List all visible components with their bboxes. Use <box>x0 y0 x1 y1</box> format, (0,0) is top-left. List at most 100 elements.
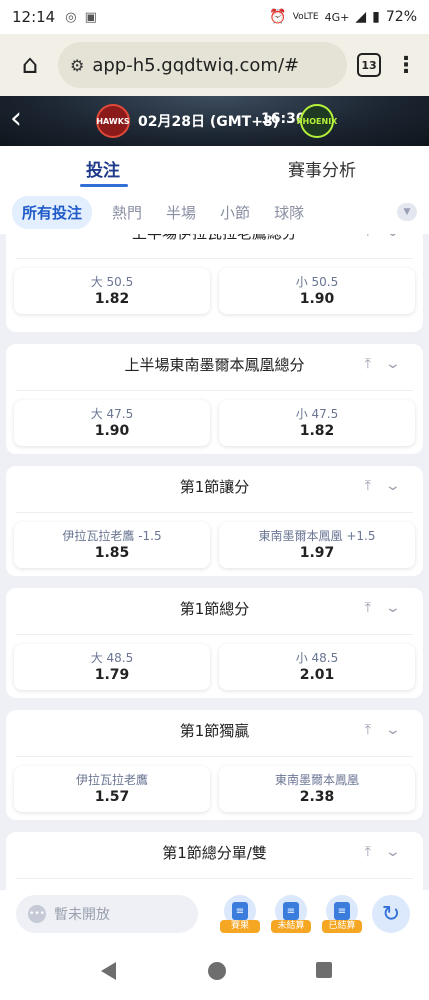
divider <box>16 512 413 513</box>
odds-label: 小 47.5 <box>295 407 339 421</box>
odds-label: 大 47.5 <box>90 407 134 421</box>
battery-percent: 72% <box>385 9 417 25</box>
unsettled-label: 未結算 <box>271 920 311 933</box>
market-card: 第1節讓分 ⤒ ⌄ 伊拉瓦拉老鷹 -1.5 1.85 東南墨爾本鳳凰 +1.5 … <box>6 466 423 576</box>
market-list[interactable]: 上半場伊拉瓦拉老鷹總分 ⤒ ⌄ 大 50.5 1.82 小 50.5 1.90 … <box>0 234 429 890</box>
market-title: 上半場伊拉瓦拉老鷹總分 <box>6 234 423 243</box>
market-card: 第1節總分 ⤒ ⌄ 大 48.5 1.79 小 48.5 2.01 <box>6 588 423 698</box>
volte-indicator: VoLTE <box>292 12 319 22</box>
collapse-icon[interactable]: ⌄ <box>385 722 401 738</box>
nav-home-icon[interactable] <box>208 962 226 980</box>
odds-price: 1.90 <box>299 291 335 307</box>
filter-quarter[interactable]: 小節 <box>220 202 250 223</box>
pin-top-icon[interactable]: ⤒ <box>365 844 371 860</box>
bet-filter-bar: 所有投注 熱門 半場 小節 球隊 ▼ <box>0 190 429 234</box>
unsettled-button[interactable]: ≡ 未結算 <box>271 895 311 935</box>
collapse-icon[interactable]: ⌄ <box>385 356 401 372</box>
system-nav-bar <box>0 940 429 1000</box>
active-tab-indicator <box>80 184 128 187</box>
match-header: ‹ HAWKS 02月28日 (GMT+8) 16:30 PHOENIX <box>0 96 429 146</box>
odds-price: 1.79 <box>94 667 130 683</box>
pin-top-icon[interactable]: ⤒ <box>365 234 371 240</box>
tab-analysis[interactable]: 賽事分析 <box>288 156 356 181</box>
collapse-icon[interactable]: ⌄ <box>385 844 401 860</box>
odds-label: 伊拉瓦拉老鷹 <box>75 773 148 787</box>
market-title: 第1節獨贏 <box>179 722 250 740</box>
alarm-icon: ⏰ <box>269 9 287 25</box>
odds-price: 1.97 <box>299 545 335 561</box>
status-bar: 12:14 ◎ ▣ ⏰ VoLTE 4G+ ◢ ▮ 72% <box>0 0 429 34</box>
network-indicator: 4G+ <box>324 10 350 24</box>
match-date: 02月28日 (GMT+8) <box>138 114 280 130</box>
gallery-notification-icon: ▣ <box>84 9 97 25</box>
results-button[interactable]: ≡ 賽果 <box>220 895 260 935</box>
odds-button[interactable]: 東南墨爾本鳳凰 +1.5 1.97 <box>219 522 415 568</box>
filter-expand-icon[interactable]: ▼ <box>397 203 417 221</box>
filter-all[interactable]: 所有投注 <box>12 195 93 229</box>
chat-closed-label: 暫未開放 <box>54 907 110 923</box>
odds-price: 1.82 <box>94 291 130 307</box>
market-title: 上半場東南墨爾本鳳凰總分 <box>124 356 305 374</box>
odds-button[interactable]: 大 50.5 1.82 <box>14 268 210 314</box>
browser-toolbar: ⌂ ⚙ app-h5.gqdtwiq.com/# 13 ⋮ <box>0 34 429 96</box>
chat-icon: ••• <box>28 905 46 923</box>
settled-button[interactable]: ≡ 已結算 <box>322 895 362 935</box>
back-button[interactable]: ‹ <box>10 104 22 134</box>
status-right: ⏰ VoLTE 4G+ ◢ ▮ 72% <box>269 9 417 25</box>
collapse-icon[interactable]: ⌄ <box>385 478 401 494</box>
divider <box>16 634 413 635</box>
odds-button[interactable]: 小 48.5 2.01 <box>219 644 415 690</box>
odds-price: 1.90 <box>94 423 130 439</box>
odds-button[interactable]: 大 47.5 1.90 <box>14 400 210 446</box>
pin-top-icon[interactable]: ⤒ <box>365 356 371 372</box>
pin-top-icon[interactable]: ⤒ <box>365 722 371 738</box>
chat-closed-pill: ••• 暫未開放 <box>16 895 198 933</box>
browser-menu-icon[interactable]: ⋮ <box>395 53 417 78</box>
market-title: 第1節讓分 <box>179 478 250 496</box>
filter-popular[interactable]: 熱門 <box>112 202 142 223</box>
site-settings-icon[interactable]: ⚙ <box>70 56 84 75</box>
address-bar[interactable]: ⚙ app-h5.gqdtwiq.com/# <box>58 42 347 88</box>
pin-top-icon[interactable]: ⤒ <box>365 478 371 494</box>
market-title: 第1節總分 <box>179 600 250 618</box>
odds-button[interactable]: 伊拉瓦拉老鷹 -1.5 1.85 <box>14 522 210 568</box>
tab-switcher-button[interactable]: 13 <box>357 53 381 77</box>
odds-price: 2.01 <box>299 667 335 683</box>
bottom-action-bar: ••• 暫未開放 ≡ 賽果 ≡ 未結算 ≡ 已結算 ↻ <box>0 890 429 940</box>
divider <box>16 878 413 879</box>
odds-label: 小 50.5 <box>295 275 339 289</box>
odds-button[interactable]: 大 48.5 1.79 <box>14 644 210 690</box>
market-card: 上半場伊拉瓦拉老鷹總分 ⤒ ⌄ 大 50.5 1.82 小 50.5 1.90 <box>6 234 423 332</box>
filter-team[interactable]: 球隊 <box>274 202 304 223</box>
signal-icon: ◢ <box>355 9 367 25</box>
odds-label: 東南墨爾本鳳凰 <box>274 773 359 787</box>
app-notification-icon: ◎ <box>65 9 77 25</box>
filter-half[interactable]: 半場 <box>166 202 196 223</box>
odds-price: 1.85 <box>94 545 130 561</box>
collapse-icon[interactable]: ⌄ <box>385 234 401 240</box>
settled-label: 已結算 <box>322 920 362 933</box>
url-text: app-h5.gqdtwiq.com/# <box>92 54 300 76</box>
divider <box>16 756 413 757</box>
browser-home-button[interactable]: ⌂ <box>12 47 48 83</box>
odds-button[interactable]: 伊拉瓦拉老鷹 1.57 <box>14 766 210 812</box>
odds-button[interactable]: 小 47.5 1.82 <box>219 400 415 446</box>
odds-label: 東南墨爾本鳳凰 +1.5 <box>258 529 376 543</box>
tab-bet[interactable]: 投注 <box>86 156 120 181</box>
odds-label: 小 48.5 <box>295 651 339 665</box>
odds-button[interactable]: 東南墨爾本鳳凰 2.38 <box>219 766 415 812</box>
away-team-logo: PHOENIX <box>297 104 337 138</box>
collapse-icon[interactable]: ⌄ <box>385 600 401 616</box>
pin-top-icon[interactable]: ⤒ <box>365 600 371 616</box>
market-title: 第1節總分單/雙 <box>162 844 267 862</box>
main-tabs: 投注 賽事分析 <box>0 146 429 190</box>
odds-button[interactable]: 小 50.5 1.90 <box>219 268 415 314</box>
nav-back-icon[interactable] <box>101 962 116 980</box>
odds-price: 1.82 <box>299 423 335 439</box>
nav-recents-icon[interactable] <box>316 962 332 978</box>
divider <box>16 258 413 259</box>
refresh-icon[interactable]: ↻ <box>372 895 410 933</box>
battery-icon: ▮ <box>372 9 380 25</box>
odds-label: 伊拉瓦拉老鷹 -1.5 <box>62 529 162 543</box>
market-card: 上半場東南墨爾本鳳凰總分 ⤒ ⌄ 大 47.5 1.90 小 47.5 1.82 <box>6 344 423 454</box>
